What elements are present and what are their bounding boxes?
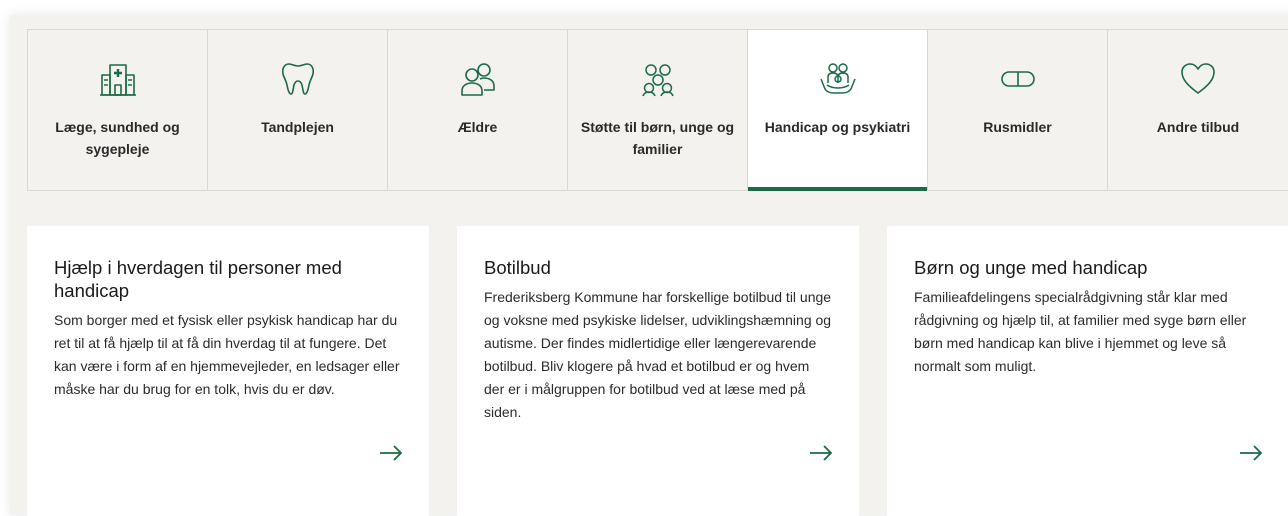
tab-label: Ældre xyxy=(457,119,498,135)
tab-label: Rusmidler xyxy=(983,119,1052,135)
tab-handicap-psykiatri[interactable]: Handicap og psykiatri xyxy=(748,30,928,191)
card-description: Som borger med et fysisk eller psykisk h… xyxy=(54,312,400,397)
card-title[interactable]: Botilbud xyxy=(484,256,832,279)
category-tabs: Læge, sundhed og sygepleje Tandplejen Æl… xyxy=(27,29,1288,191)
arrow-right-icon[interactable] xyxy=(809,445,833,461)
tab-tandplejen[interactable]: Tandplejen xyxy=(208,30,388,190)
tab-label: Handicap og psykiatri xyxy=(764,119,911,135)
pill-icon xyxy=(997,58,1039,100)
tab-label: Støtte til børn, unge og familier xyxy=(580,119,735,157)
caring-hands-icon xyxy=(817,58,859,100)
tab-label: Andre tilbud xyxy=(1156,119,1240,135)
card-title[interactable]: Hjælp i hverdagen til personer med handi… xyxy=(54,256,402,302)
hospital-icon xyxy=(97,58,139,100)
service-card[interactable]: Hjælp i hverdagen til personer med handi… xyxy=(27,226,429,516)
tab-stoette-boern[interactable]: Støtte til børn, unge og familier xyxy=(568,30,748,190)
tab-aeldre[interactable]: Ældre xyxy=(388,30,568,190)
card-title[interactable]: Børn og unge med handicap xyxy=(914,256,1262,279)
card-description: Familieafdelingens specialrådgivning stå… xyxy=(914,289,1247,374)
tab-andre-tilbud[interactable]: Andre tilbud xyxy=(1108,30,1288,190)
tooth-icon xyxy=(277,58,319,100)
arrow-right-icon[interactable] xyxy=(1239,445,1263,461)
elderly-people-icon xyxy=(457,58,499,100)
heart-icon xyxy=(1177,58,1219,100)
tab-label: Læge, sundhed og sygepleje xyxy=(55,119,180,157)
arrow-right-icon[interactable] xyxy=(379,445,403,461)
tab-rusmidler[interactable]: Rusmidler xyxy=(928,30,1108,190)
tab-laege-sundhed[interactable]: Læge, sundhed og sygepleje xyxy=(28,30,208,190)
family-icon xyxy=(637,58,679,100)
tab-label: Tandplejen xyxy=(261,119,334,135)
service-card[interactable]: Botilbud Frederiksberg Kommune har forsk… xyxy=(457,226,859,516)
service-card[interactable]: Børn og unge med handicap Familieafdelin… xyxy=(887,226,1288,516)
card-description: Frederiksberg Kommune har forskellige bo… xyxy=(484,289,832,420)
